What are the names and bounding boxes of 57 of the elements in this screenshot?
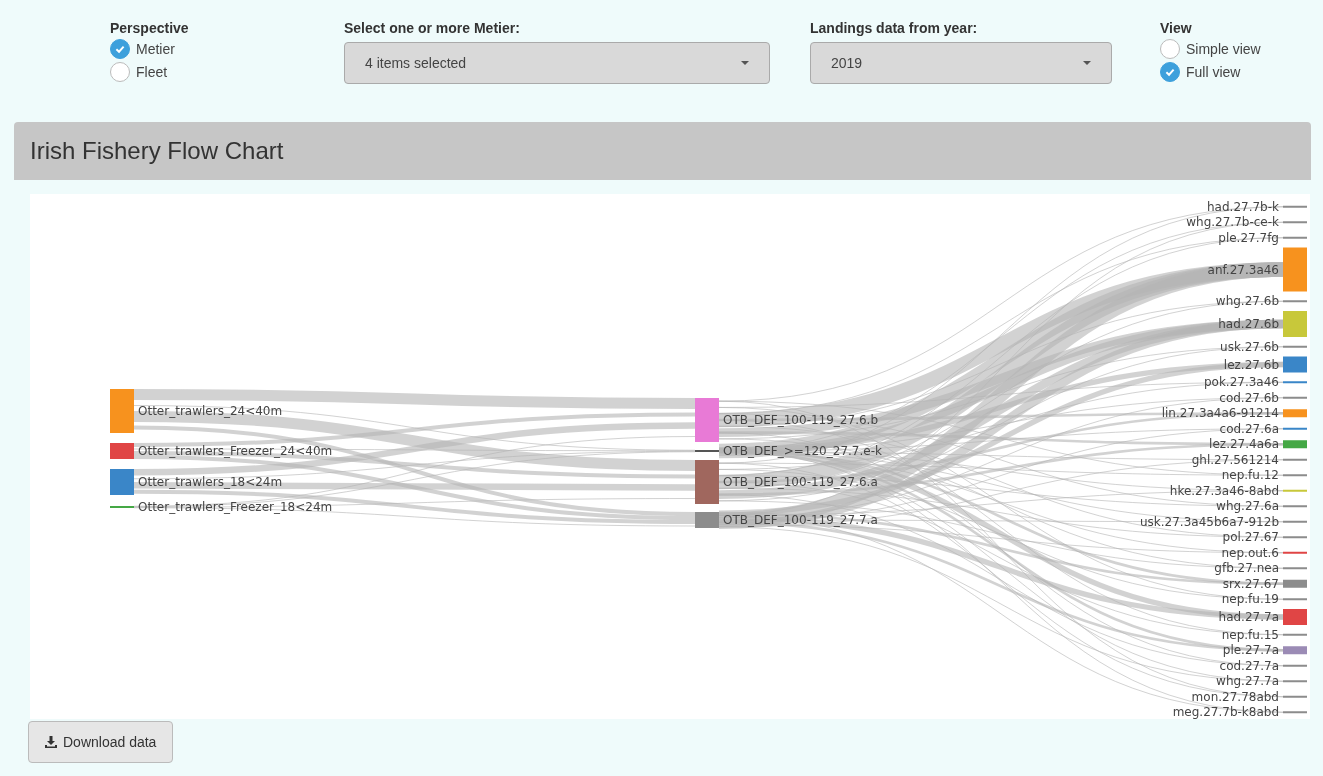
node-label: ghl.27.561214 bbox=[1191, 452, 1279, 467]
node-label: lez.27.6b bbox=[1223, 357, 1279, 372]
node-label: nep.fu.15 bbox=[1221, 627, 1279, 642]
caret-icon bbox=[741, 61, 749, 65]
radio-label[interactable]: Full view bbox=[1186, 63, 1241, 80]
node-label: whg.27.6b bbox=[1215, 294, 1279, 309]
node-label: mon.27.78abd bbox=[1191, 689, 1279, 704]
perspective-label: Perspective bbox=[110, 20, 190, 36]
node-label: had.27.6b bbox=[1218, 317, 1279, 331]
node-label: Otter_trawlers_24<40m bbox=[138, 404, 283, 418]
node-label: nep.fu.19 bbox=[1221, 592, 1279, 607]
node-label: gfb.27.nea bbox=[1214, 561, 1279, 576]
node-label: whg.27.6a bbox=[1216, 499, 1279, 514]
radio-label[interactable]: Metier bbox=[136, 40, 175, 57]
node-label: nep.fu.12 bbox=[1221, 468, 1279, 483]
node-label: pol.27.67 bbox=[1222, 530, 1279, 545]
node-label: srx.27.67 bbox=[1222, 576, 1279, 591]
view-label: View bbox=[1160, 20, 1193, 36]
radio-button[interactable] bbox=[1160, 61, 1180, 82]
metier-select-label: Select one or more Metier: bbox=[344, 20, 521, 36]
download-icon bbox=[45, 736, 57, 748]
node-label: cod.27.7a bbox=[1219, 658, 1279, 673]
radio-label[interactable]: Simple view bbox=[1186, 40, 1261, 57]
node-label: OTB_DEF_100-119_27.6.a bbox=[723, 475, 878, 489]
node-label: had.27.7b-k bbox=[1207, 199, 1279, 214]
radio-button[interactable] bbox=[110, 38, 130, 59]
radio-label[interactable]: Fleet bbox=[136, 63, 168, 80]
node-label: OTB_DEF_100-119_27.7.a bbox=[723, 513, 878, 527]
node-label: cod.27.6a bbox=[1219, 421, 1279, 436]
panel-title: Irish Fishery Flow Chart bbox=[30, 137, 284, 165]
node-label: Otter_trawlers_Freezer_18<24m bbox=[138, 500, 333, 514]
node-label: meg.27.7b-k8abd bbox=[1172, 705, 1279, 719]
node-label: lez.27.4a6a bbox=[1209, 437, 1279, 452]
node-label: usk.27.6b bbox=[1220, 339, 1279, 354]
radio-button[interactable] bbox=[110, 61, 130, 82]
node-label: Otter_trawlers_Freezer_24<40m bbox=[138, 444, 333, 458]
node-label: anf.27.3a46 bbox=[1207, 262, 1279, 277]
node-label: pok.27.3a46 bbox=[1203, 375, 1279, 390]
metier-select[interactable]: 4 items selected bbox=[344, 42, 770, 84]
download-button[interactable]: Download data bbox=[28, 721, 174, 763]
node-label: whg.27.7a bbox=[1216, 674, 1279, 689]
node-label: ple.27.7a bbox=[1222, 643, 1279, 658]
caret-icon bbox=[1083, 61, 1091, 65]
node-label: whg.27.7b-ce-k bbox=[1186, 215, 1279, 230]
node-label: nep.out.6 bbox=[1221, 545, 1279, 560]
node-label: OTB_DEF_100-119_27.6.b bbox=[723, 413, 879, 427]
node-label: hke.27.3a46-8abd bbox=[1169, 483, 1279, 498]
node-label: lin.27.3a4a6-91214 bbox=[1161, 406, 1279, 421]
year-select-label: Landings data from year: bbox=[810, 20, 979, 36]
node-label: had.27.7a bbox=[1218, 610, 1279, 624]
node-label: ple.27.7fg bbox=[1218, 230, 1279, 245]
node-label: OTB_DEF_>=120_27.7.e-k bbox=[723, 444, 882, 458]
node-label: cod.27.6b bbox=[1219, 390, 1279, 405]
node-label: Otter_trawlers_18<24m bbox=[138, 475, 283, 489]
node-label: usk.27.3a45b6a7-912b bbox=[1139, 514, 1279, 529]
radio-button[interactable] bbox=[1160, 38, 1180, 59]
year-select[interactable]: 2019 bbox=[810, 42, 1112, 84]
